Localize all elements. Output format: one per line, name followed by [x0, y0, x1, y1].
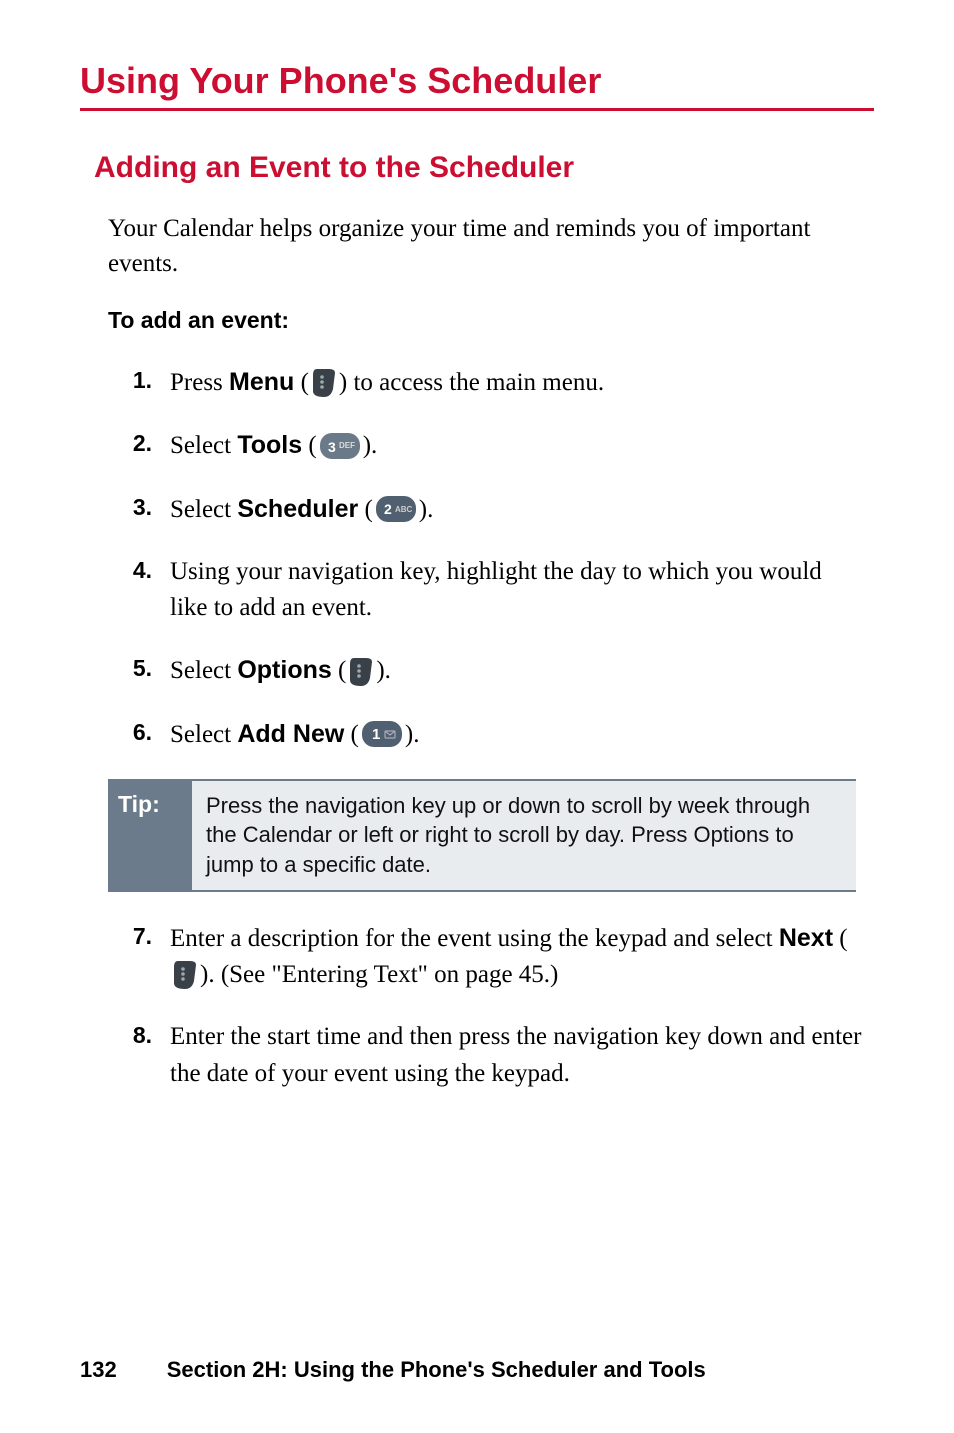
menu-key-icon [172, 959, 198, 989]
step-item: 5.Select Options (). [128, 652, 864, 689]
step-body: Select Scheduler (2ABC). [170, 491, 864, 528]
footer-section-label: Section 2H: Using the Phone's Scheduler … [167, 1357, 706, 1383]
step-body: Select Tools (3DEF). [170, 427, 864, 464]
tip-callout: Tip: Press the navigation key up or down… [108, 779, 856, 892]
softkey-key-icon [348, 656, 374, 686]
step-item: 4.Using your navigation key, highlight t… [128, 554, 864, 627]
intro-paragraph: Your Calendar helps organize your time a… [108, 211, 874, 281]
step-body: Enter a description for the event using … [170, 920, 864, 994]
page-number: 132 [80, 1357, 117, 1383]
step-bold-word: Add New [237, 720, 344, 748]
step-number: 3. [128, 491, 170, 524]
step-bold-word: Scheduler [237, 495, 358, 523]
tip-label: Tip: [108, 781, 192, 890]
sub-heading: To add an event: [108, 307, 874, 334]
page-footer: 132 Section 2H: Using the Phone's Schedu… [80, 1357, 874, 1383]
step-bold-word: Menu [229, 368, 294, 396]
step-item: 6.Select Add New (1). [128, 716, 864, 753]
step-list-2: 7.Enter a description for the event usin… [128, 920, 864, 1092]
svg-text:1: 1 [372, 726, 380, 743]
svg-text:ABC: ABC [395, 505, 413, 514]
step-item: 3.Select Scheduler (2ABC). [128, 491, 864, 528]
step-bold-word: Tools [237, 431, 302, 459]
svg-text:2: 2 [384, 501, 392, 517]
step-number: 7. [128, 920, 170, 953]
step-body: Press Menu () to access the main menu. [170, 364, 864, 401]
section-heading: Adding an Event to the Scheduler [94, 151, 874, 185]
step-body: Enter the start time and then press the … [170, 1019, 864, 1092]
step-item: 1.Press Menu () to access the main menu. [128, 364, 864, 401]
step-number: 6. [128, 716, 170, 749]
svg-text:DEF: DEF [339, 441, 355, 450]
svg-text:3: 3 [328, 439, 336, 455]
step-item: 2.Select Tools (3DEF). [128, 427, 864, 464]
step-body: Using your navigation key, highlight the… [170, 554, 864, 627]
step-bold-word: Options [237, 656, 331, 684]
step-item: 7.Enter a description for the event usin… [128, 920, 864, 994]
tip-content: Press the navigation key up or down to s… [192, 781, 856, 890]
step-item: 8.Enter the start time and then press th… [128, 1019, 864, 1092]
page-heading: Using Your Phone's Scheduler [80, 60, 874, 111]
step-bold-word: Next [779, 924, 833, 952]
menu-key-icon [311, 367, 337, 397]
step-number: 1. [128, 364, 170, 397]
step-number: 4. [128, 554, 170, 587]
key-3-icon: 3DEF [319, 432, 361, 460]
key-2-icon: 2ABC [375, 495, 417, 523]
step-number: 5. [128, 652, 170, 685]
key-1-icon: 1 [361, 720, 403, 748]
step-number: 8. [128, 1019, 170, 1052]
step-number: 2. [128, 427, 170, 460]
step-body: Select Add New (1). [170, 716, 864, 753]
step-body: Select Options (). [170, 652, 864, 689]
step-list-1: 1.Press Menu () to access the main menu.… [128, 364, 864, 753]
